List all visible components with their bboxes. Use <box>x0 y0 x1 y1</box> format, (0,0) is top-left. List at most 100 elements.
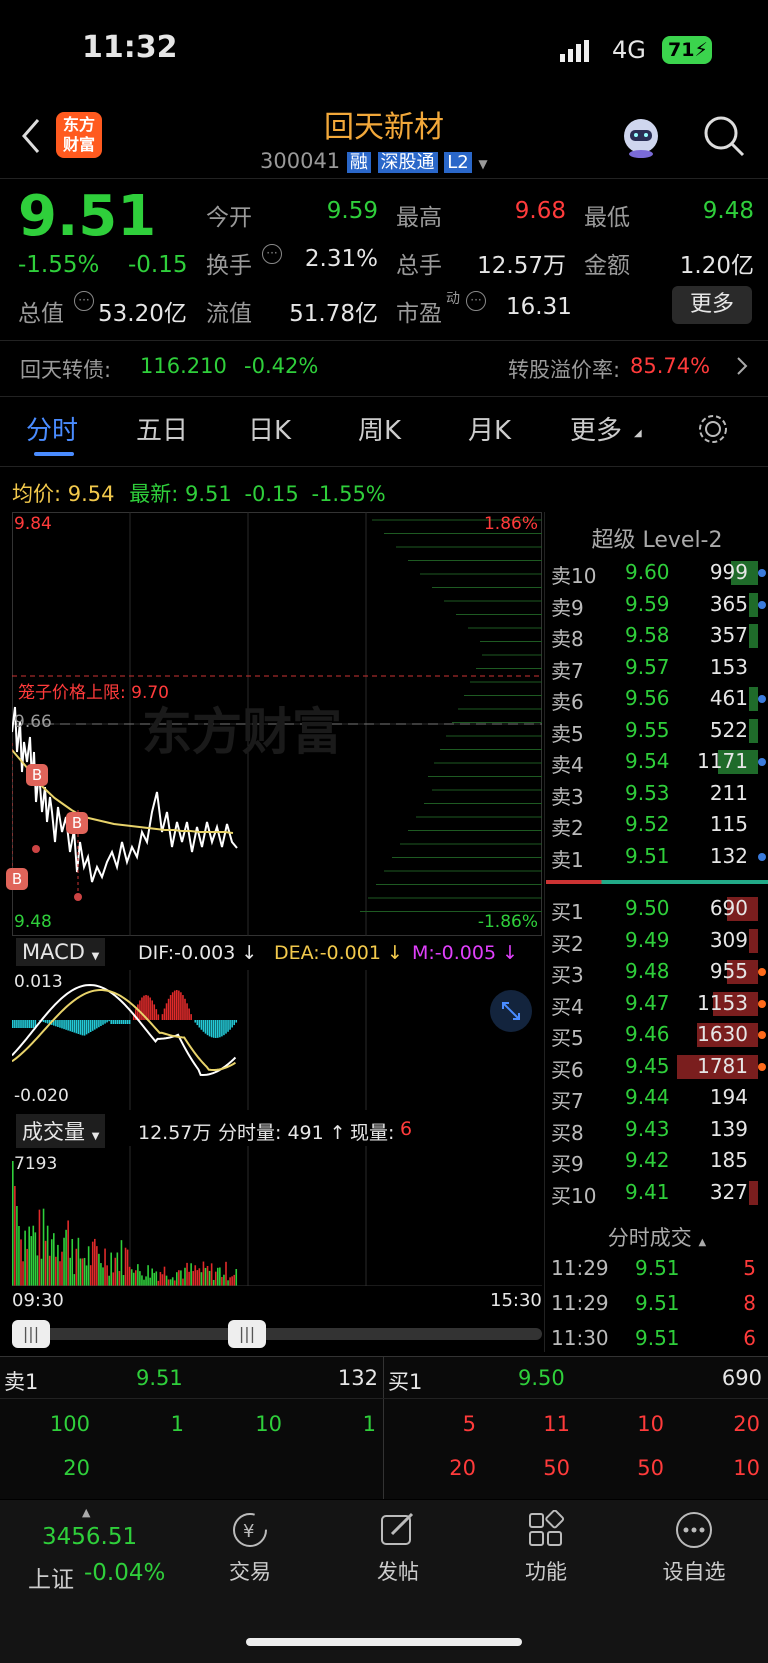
bid-row[interactable]: 买3 9.48 955 <box>0 957 768 987</box>
tick-row: 11:29 9.51 5 <box>0 1254 768 1284</box>
high-label: 最高 <box>396 205 442 231</box>
caret-icon: ◢ <box>634 428 642 439</box>
avg-value: 9.54 <box>67 482 115 506</box>
order-dot-icon <box>758 1062 766 1071</box>
ask-row[interactable]: 卖4 9.54 1171 <box>0 747 768 777</box>
ask-row[interactable]: 卖5 9.55 522 <box>0 716 768 746</box>
ask-row[interactable]: 卖6 9.56 461 <box>0 684 768 714</box>
bid-row[interactable]: 买9 9.42 185 <box>0 1146 768 1176</box>
ask-price: 9.55 <box>625 717 670 742</box>
info-icon[interactable]: ··· <box>262 244 282 264</box>
ask-volume: 461 <box>709 686 748 710</box>
tick-row: 11:30 9.51 6 <box>0 1324 768 1354</box>
index-name: 上证 <box>28 1567 74 1593</box>
ask-row[interactable]: 卖10 9.60 999 <box>0 558 768 588</box>
tab-monthly-k[interactable]: 月K <box>468 410 511 447</box>
ask-volume-bar <box>749 592 758 617</box>
tab-daily-k[interactable]: 日K <box>248 410 291 447</box>
bid-volume: 194 <box>709 1085 748 1109</box>
tab-more[interactable]: 更多 <box>570 410 622 447</box>
tab-weekly-k[interactable]: 周K <box>358 410 401 447</box>
divider <box>0 340 768 341</box>
bid-price: 9.47 <box>625 990 670 1015</box>
last-change: -0.15 <box>244 482 299 506</box>
bid-volume: 185 <box>709 1148 748 1172</box>
bond-price: 116.210 <box>140 354 227 378</box>
level2-title[interactable]: 超级 Level-2 <box>545 522 768 554</box>
ask-row[interactable]: 卖8 9.58 357 <box>0 621 768 651</box>
ask-level-label: 卖2 <box>551 816 584 840</box>
nav-watchlist[interactable]: 设自选 <box>624 1510 764 1586</box>
bid-row[interactable]: 买4 9.47 1153 <box>0 989 768 1019</box>
open-label: 今开 <box>206 205 252 231</box>
settings-gear-icon[interactable] <box>696 412 730 446</box>
bid-row[interactable]: 买1 9.50 690 <box>0 894 768 924</box>
more-button[interactable]: 更多 <box>672 286 752 324</box>
bid-level-label: 买7 <box>551 1089 584 1113</box>
bid-row[interactable]: 买6 9.45 1781 <box>0 1052 768 1082</box>
order-dot-icon <box>758 758 766 766</box>
bid-row[interactable]: 买5 9.46 1630 <box>0 1020 768 1050</box>
home-indicator[interactable] <box>246 1638 522 1646</box>
caret-up-icon: ▲ <box>82 1506 91 1519</box>
bid-price: 9.50 <box>625 896 670 920</box>
ask-row[interactable]: 卖1 9.51 132 <box>0 842 768 872</box>
nav-trade[interactable]: ¥ 交易 <box>180 1510 320 1586</box>
tab-five-day[interactable]: 五日 <box>136 410 188 447</box>
ask-row[interactable]: 卖3 9.53 211 <box>0 779 768 809</box>
premium-label: 转股溢价率: <box>508 358 621 382</box>
caret-up-icon: ▲ <box>698 1237 707 1248</box>
queue-bid-order: 5 <box>462 1412 476 1436</box>
bid-volume: 1630 <box>697 1022 748 1046</box>
nav-post[interactable]: 发帖 <box>328 1510 468 1586</box>
ask-row[interactable]: 卖9 9.59 365 <box>0 590 768 620</box>
queue-ask-order: 100 <box>49 1412 90 1436</box>
bond-name: 回天转债: <box>20 358 112 382</box>
ticks-title[interactable]: 分时成交 ▲ <box>546 1222 768 1252</box>
chevron-down-icon: ▼ <box>478 157 488 171</box>
ask-price: 9.54 <box>625 749 670 773</box>
queue-bid-order: 20 <box>733 1412 760 1436</box>
ask-volume: 357 <box>709 623 748 647</box>
avg-label: 均价: <box>12 482 62 506</box>
robot-assistant-icon[interactable] <box>618 114 664 160</box>
ask-row[interactable]: 卖2 9.52 115 <box>0 810 768 840</box>
bid-price: 9.42 <box>625 1148 670 1172</box>
ask-level-label: 卖3 <box>551 784 584 809</box>
info-icon[interactable]: ··· <box>74 291 94 311</box>
float-value: 51.78亿 <box>289 301 378 327</box>
index-item[interactable]: ▲ 3456.51 上证 -0.04% <box>20 1506 180 1606</box>
queue-ask-order: 20 <box>63 1456 90 1480</box>
queue-ask-order: 1 <box>362 1412 376 1436</box>
info-icon[interactable]: ··· <box>466 291 486 311</box>
bid-row[interactable]: 买10 9.41 327 <box>0 1178 768 1208</box>
ymax-label: 9.84 <box>14 514 52 534</box>
bid-row[interactable]: 买7 9.44 194 <box>0 1083 768 1113</box>
bid-row[interactable]: 买8 9.43 139 <box>0 1115 768 1145</box>
bid-volume: 1781 <box>697 1053 748 1078</box>
change-abs: -0.15 <box>128 252 188 278</box>
search-icon[interactable] <box>702 114 746 158</box>
tag-sgt: 深股通 <box>377 152 438 173</box>
ask-level-label: 卖5 <box>551 721 584 746</box>
bond-row[interactable]: 回天转债: 116.210 -0.42% 转股溢价率: 85.74% <box>0 342 768 394</box>
network-label: 4G <box>612 36 646 64</box>
queue-bid-order: 50 <box>543 1456 570 1480</box>
ask-row[interactable]: 卖7 9.57 153 <box>0 653 768 683</box>
bid-row[interactable]: 买2 9.49 309 <box>0 926 768 956</box>
stock-code-row[interactable]: 300041 融 深股通 L2 ▼ <box>260 148 488 174</box>
nav-function[interactable]: 功能 <box>476 1510 616 1586</box>
divider <box>0 178 768 179</box>
queue-bid-vol: 690 <box>721 1366 762 1390</box>
queue-ask-order: 10 <box>255 1412 282 1436</box>
bid-price: 9.48 <box>625 959 670 983</box>
tick-row: 11:29 9.51 8 <box>0 1289 768 1319</box>
tab-intraday[interactable]: 分时 <box>26 410 78 447</box>
nav-function-label: 功能 <box>525 1560 567 1584</box>
ask-level-label: 卖7 <box>551 658 584 683</box>
tab-active-indicator <box>34 452 74 456</box>
ask-volume-bar <box>749 718 758 743</box>
order-dot-icon <box>758 600 766 609</box>
amount-label: 金额 <box>584 253 630 279</box>
ask-volume: 153 <box>709 654 748 679</box>
